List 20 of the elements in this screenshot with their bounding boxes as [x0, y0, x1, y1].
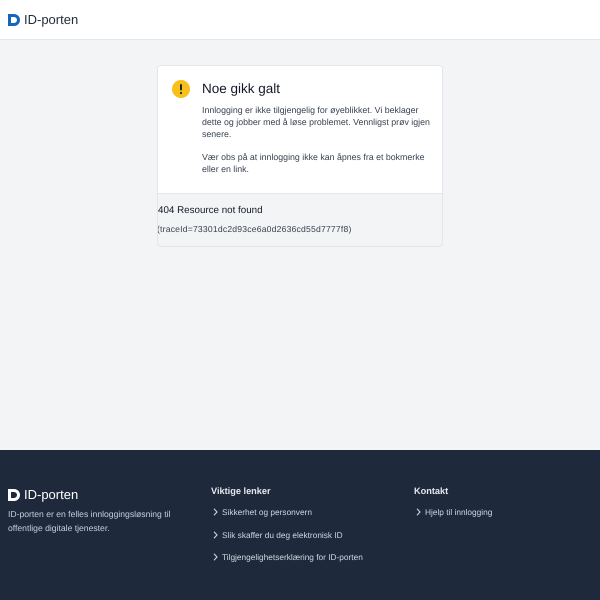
error-message: Innlogging er ikke tilgjengelig for øyeblikket. Vi beklager dette og jobber med å løse problemet. Vennligst prøv igjen senere. — [202, 104, 431, 140]
footer-heading: Viktige lenker — [211, 485, 272, 497]
logo-icon — [8, 488, 20, 500]
footer-link[interactable]: Slik skaffer du deg elektronisk ID — [222, 528, 343, 540]
error-title: Noe gikk galt — [202, 81, 282, 97]
chevron-icon — [213, 508, 218, 516]
footer-link[interactable]: Tilgjengelighetserklæring for ID-porten — [222, 551, 363, 563]
footer-link[interactable]: Sikkerhet og personvern — [222, 506, 312, 518]
chevron-icon — [213, 530, 218, 538]
status-text: 404 Resource not found — [158, 205, 264, 217]
footer-link[interactable]: Hjelp til innlogging — [425, 506, 492, 518]
chevron-icon — [416, 508, 421, 516]
footer-heading: Kontakt — [414, 485, 450, 497]
footer-logo-text: ID-porten — [24, 487, 78, 502]
chevron-icon — [213, 553, 218, 561]
logo-link[interactable]: ID-porten — [8, 12, 78, 27]
error-message: Vær obs på at innlogging ikke kan åpnes fra et bokmerke eller en link. — [202, 151, 426, 175]
warning-icon — [172, 80, 190, 98]
footer-description: ID-porten er en felles innloggingsløsning til offentlige digitale tjenester. — [8, 508, 172, 535]
logo-icon — [8, 14, 20, 26]
